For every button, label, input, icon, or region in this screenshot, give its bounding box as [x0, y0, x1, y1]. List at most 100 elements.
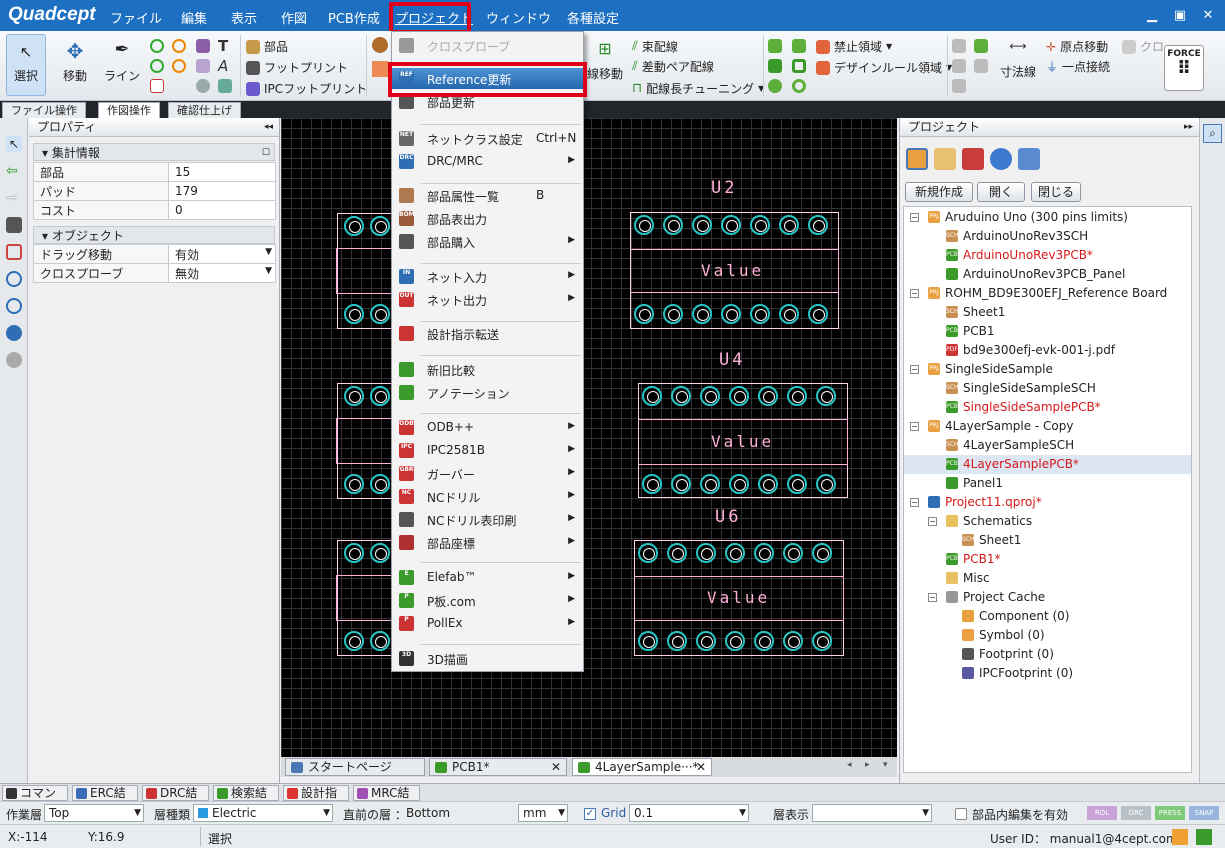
- unit-select[interactable]: mm ▼: [518, 804, 568, 822]
- fit-icon[interactable]: [6, 244, 22, 260]
- zoom-in-icon[interactable]: [6, 271, 22, 287]
- ipc-footprint-button[interactable]: IPCフットプリント: [246, 80, 367, 97]
- menu-item-drc-mrc[interactable]: DRC DRC/MRC ▶: [392, 151, 583, 172]
- snap-badge[interactable]: SNAP: [1189, 806, 1219, 820]
- collapse-icon[interactable]: ◂◂: [264, 118, 273, 137]
- tree-item[interactable]: Footprint (0): [944, 647, 1054, 661]
- rect-icon[interactable]: [196, 59, 210, 73]
- back-arrow-icon[interactable]: ⇦: [6, 163, 22, 179]
- tree-item[interactable]: − Project11.qproj*: [910, 495, 1042, 509]
- menu-item-item-6[interactable]: BOM 部品表出力: [392, 208, 583, 229]
- menu-draw[interactable]: 作図: [281, 8, 307, 27]
- collapse-toggle-icon[interactable]: −: [928, 516, 937, 526]
- tree-item[interactable]: PCB 4LayerSamplePCB*: [928, 457, 1079, 471]
- misc-icon-4[interactable]: [974, 59, 988, 73]
- chevron-down-icon[interactable]: ▼: [265, 266, 272, 276]
- copper-icon-4[interactable]: [792, 59, 806, 73]
- zoom-out-icon[interactable]: [6, 298, 22, 314]
- misc-icon-5[interactable]: [952, 79, 966, 93]
- arc-icon[interactable]: [172, 39, 186, 53]
- design-rule-area-button[interactable]: デザインルール領域 ▼: [816, 59, 952, 76]
- menu-item-pollex[interactable]: P PollEx ▶: [392, 613, 583, 634]
- press-badge[interactable]: PRESS: [1155, 806, 1185, 820]
- component-u6[interactable]: Value: [634, 540, 844, 656]
- menu-item-ipc2581b[interactable]: IPC IPC2581B ▶: [392, 440, 583, 461]
- tree-item[interactable]: SCH SingleSideSampleSCH: [928, 381, 1096, 395]
- copper-icon-2[interactable]: [792, 39, 806, 53]
- text2-icon[interactable]: A: [218, 57, 228, 75]
- arc2-icon[interactable]: [150, 39, 164, 53]
- library-icon[interactable]: [934, 148, 956, 170]
- menu-item-item-7[interactable]: 部品購入 ▶: [392, 231, 583, 252]
- tree-item[interactable]: Panel1: [928, 476, 1003, 490]
- polygon-icon[interactable]: [196, 39, 210, 53]
- menu-item-nc[interactable]: NCドリル表印刷 ▶: [392, 509, 583, 530]
- db-icon[interactable]: [990, 148, 1012, 170]
- tab-command[interactable]: コマンド: [2, 785, 68, 815]
- cross-probe-select[interactable]: 無効 ▼: [168, 263, 276, 283]
- via-icon-1[interactable]: [768, 79, 782, 93]
- new-project-button[interactable]: 新規作成: [905, 182, 973, 202]
- tab-scroll-left-icon[interactable]: ◂: [847, 760, 852, 770]
- collapse-toggle-icon[interactable]: −: [910, 212, 919, 222]
- clo-button[interactable]: クロ: [1122, 38, 1164, 55]
- menu-view[interactable]: 表示: [231, 8, 257, 27]
- tab-draw-ops[interactable]: 作図操作: [98, 102, 160, 118]
- diag-icon[interactable]: [150, 79, 164, 93]
- pin-icon[interactable]: ☐: [262, 144, 270, 162]
- tab-check-finish[interactable]: 確認仕上げ: [168, 102, 241, 118]
- tree-item[interactable]: − Schematics: [928, 514, 1032, 528]
- menu-item-3d[interactable]: 3D 3D描画: [392, 648, 583, 669]
- grid-checkbox[interactable]: ✓: [584, 808, 596, 820]
- tab-4layer-sample[interactable]: 4LayerSample···* ✕: [572, 758, 712, 776]
- component-u2[interactable]: Value: [630, 212, 839, 329]
- tab-pcb1[interactable]: PCB1* ✕: [429, 758, 567, 776]
- collapse-toggle-icon[interactable]: −: [928, 592, 937, 602]
- tree-item[interactable]: PCB PCB1: [928, 324, 994, 338]
- grid-view-icon[interactable]: [1018, 148, 1040, 170]
- ribbon-icon-2[interactable]: [372, 61, 388, 77]
- origin-move-button[interactable]: ✛ 原点移動: [1046, 38, 1108, 55]
- tab-erc[interactable]: ERC結果: [72, 785, 138, 815]
- tree-item[interactable]: PCB PCB1*: [928, 552, 1000, 566]
- menu-item-nc[interactable]: NC NCドリル ▶: [392, 486, 583, 507]
- pcb-canvas[interactable]: U2 Value U4 Value U6 Value: [281, 118, 897, 757]
- tree-item[interactable]: Misc: [928, 571, 990, 585]
- settings-icon[interactable]: [6, 325, 22, 341]
- menu-item-item-0[interactable]: クロスプローブ: [392, 35, 583, 56]
- menu-window[interactable]: ウィンドウ: [486, 8, 551, 27]
- expand-icon[interactable]: ▸▸: [1184, 118, 1193, 137]
- gear-icon[interactable]: [6, 352, 22, 368]
- grid-value-select[interactable]: 0.1 ▼: [629, 804, 749, 822]
- tab-start-page[interactable]: スタートページ: [285, 758, 425, 776]
- tree-item[interactable]: PCB ArduinoUnoRev3PCB*: [928, 248, 1093, 262]
- menu-item-item-18[interactable]: 部品座標 ▶: [392, 532, 583, 553]
- image-icon[interactable]: [218, 79, 232, 93]
- bundle-move-button[interactable]: ⊞ 線移動: [585, 39, 625, 82]
- menu-file[interactable]: ファイル: [110, 8, 162, 27]
- line-button[interactable]: ✒ ライン: [103, 39, 141, 84]
- tree-item[interactable]: SCH ArduinoUnoRev3SCH: [928, 229, 1088, 243]
- minimize-button[interactable]: ▁: [1142, 8, 1162, 23]
- menu-item-odb[interactable]: ODB ODB++ ▶: [392, 417, 583, 438]
- copper-icon-3[interactable]: [768, 59, 782, 73]
- work-layer-select[interactable]: Top ▼: [44, 804, 144, 822]
- tree-item[interactable]: − Project Cache: [928, 590, 1045, 604]
- tab-search[interactable]: 検索結果: [213, 785, 279, 815]
- menu-item-item-11[interactable]: 新旧比較: [392, 359, 583, 380]
- menu-item-item-3[interactable]: NET ネットクラス設定 Ctrl+N: [392, 128, 583, 149]
- select-button[interactable]: ↖ 選択: [6, 34, 46, 96]
- pointer-icon[interactable]: ↖: [6, 136, 22, 152]
- chevron-down-icon[interactable]: ▼: [265, 247, 272, 257]
- section-summary[interactable]: ▾ 集計情報 ☐: [33, 143, 275, 161]
- prohibit-area-button[interactable]: 禁止領域 ▼: [816, 38, 892, 55]
- tree-item[interactable]: ArduinoUnoRev3PCB_Panel: [928, 267, 1125, 281]
- in-part-edit-checkbox[interactable]: [955, 808, 967, 820]
- close-button[interactable]: ✕: [1198, 8, 1218, 23]
- maximize-button[interactable]: ▣: [1170, 8, 1190, 23]
- circle-icon[interactable]: [196, 79, 210, 93]
- close-project-button[interactable]: 閉じる: [1031, 182, 1081, 202]
- collapse-toggle-icon[interactable]: −: [910, 497, 919, 507]
- checklist-icon[interactable]: [1196, 829, 1212, 845]
- arc3-icon[interactable]: [150, 59, 164, 73]
